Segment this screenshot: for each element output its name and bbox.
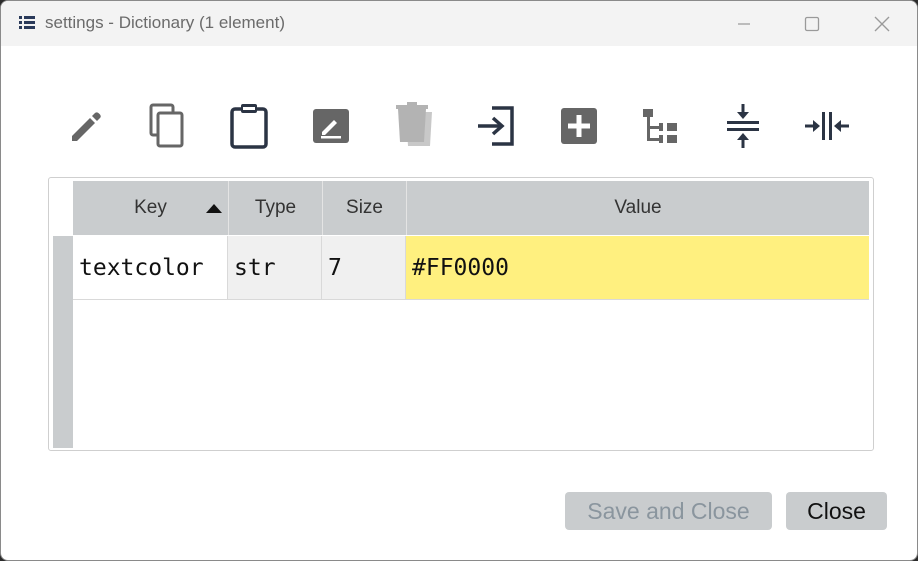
tree-view-icon xyxy=(643,109,677,143)
table-row-size-cell[interactable]: 7 xyxy=(322,236,406,300)
delete-icon xyxy=(396,102,432,146)
column-header-value[interactable]: Value xyxy=(407,181,869,235)
row-header-gutter[interactable] xyxy=(53,236,73,448)
close-button[interactable]: Close xyxy=(786,492,887,530)
table-row-value-cell[interactable]: #FF0000 xyxy=(406,236,869,300)
import-icon xyxy=(478,106,514,146)
rename-icon xyxy=(313,109,349,143)
column-header-size[interactable]: Size xyxy=(323,181,407,235)
collapse-rows-button[interactable] xyxy=(715,96,771,156)
column-header-size-label: Size xyxy=(346,197,383,218)
copy-button[interactable] xyxy=(137,96,193,156)
table-row-key-cell[interactable]: textcolor xyxy=(73,236,228,300)
column-header-key-label: Key xyxy=(134,197,167,218)
column-header-key[interactable]: Key xyxy=(73,181,229,235)
resize-columns-button[interactable] xyxy=(799,96,855,156)
paste-clipboard-icon xyxy=(230,104,268,149)
minimize-button[interactable] xyxy=(709,1,779,46)
dictionary-editor-window: settings - Dictionary (1 element) Key Ty… xyxy=(0,0,918,561)
close-icon xyxy=(874,16,890,31)
tree-view-button[interactable] xyxy=(633,96,689,156)
window-title: settings - Dictionary (1 element) xyxy=(45,13,285,32)
minimize-icon xyxy=(738,22,750,25)
column-header-value-label: Value xyxy=(614,197,662,218)
import-button[interactable] xyxy=(468,96,524,156)
insert-icon xyxy=(561,108,597,144)
copy-icon xyxy=(149,103,184,148)
maximize-button[interactable] xyxy=(777,1,847,46)
column-header-type[interactable]: Type xyxy=(229,181,323,235)
close-window-button[interactable] xyxy=(847,1,917,46)
title-bar[interactable]: settings - Dictionary (1 element) xyxy=(1,1,917,46)
maximize-icon xyxy=(804,16,820,31)
table-row-type-cell[interactable]: str xyxy=(228,236,322,300)
sort-ascending-icon xyxy=(206,204,222,213)
collapse-rows-icon xyxy=(727,104,759,148)
resize-columns-icon xyxy=(805,112,849,140)
rename-button[interactable] xyxy=(303,96,359,156)
paste-button[interactable] xyxy=(221,96,277,156)
delete-button[interactable] xyxy=(386,96,442,156)
dictionary-table: Key Type Size Value textcolor str 7 #FF0… xyxy=(48,177,874,451)
table-list-icon xyxy=(19,16,35,29)
insert-button[interactable] xyxy=(551,96,607,156)
save-and-close-button[interactable]: Save and Close xyxy=(565,492,772,530)
edit-button[interactable] xyxy=(56,96,112,156)
column-header-type-label: Type xyxy=(254,197,297,218)
edit-pencil-icon xyxy=(72,112,101,141)
